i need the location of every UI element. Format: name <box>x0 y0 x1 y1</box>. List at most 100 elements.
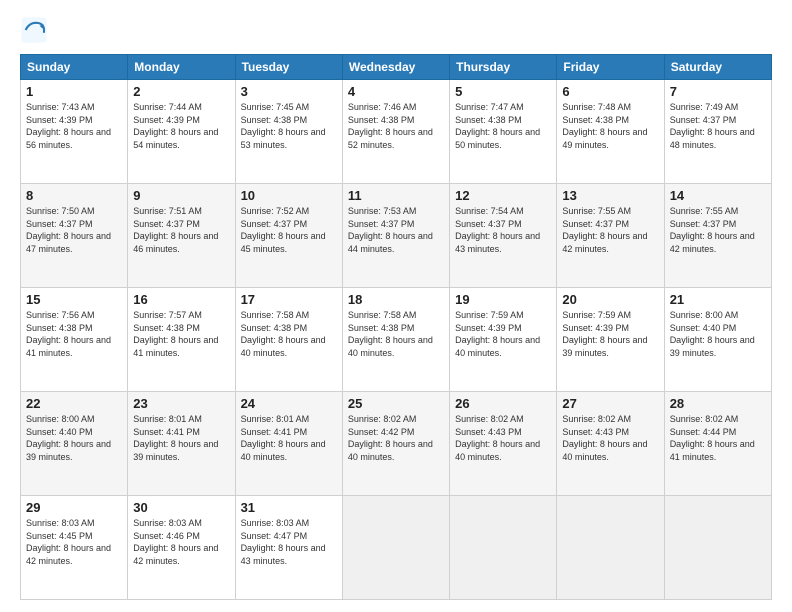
header <box>20 16 772 44</box>
day-number: 19 <box>455 292 551 307</box>
day-number: 5 <box>455 84 551 99</box>
calendar-cell: 3 Sunrise: 7:45 AMSunset: 4:38 PMDaylight… <box>235 80 342 184</box>
col-header-wednesday: Wednesday <box>342 55 449 80</box>
col-header-saturday: Saturday <box>664 55 771 80</box>
calendar-cell <box>557 496 664 600</box>
col-header-tuesday: Tuesday <box>235 55 342 80</box>
day-number: 6 <box>562 84 658 99</box>
cell-details: Sunrise: 8:03 AMSunset: 4:45 PMDaylight:… <box>26 517 122 567</box>
day-number: 24 <box>241 396 337 411</box>
calendar-cell: 25 Sunrise: 8:02 AMSunset: 4:42 PMDayligh… <box>342 392 449 496</box>
cell-details: Sunrise: 7:55 AMSunset: 4:37 PMDaylight:… <box>670 205 766 255</box>
calendar-cell: 23 Sunrise: 8:01 AMSunset: 4:41 PMDayligh… <box>128 392 235 496</box>
week-row-2: 8Sunrise: 7:50 AMSunset: 4:37 PMDaylight… <box>21 184 772 288</box>
week-row-1: 1 Sunrise: 7:43 AMSunset: 4:39 PMDaylight… <box>21 80 772 184</box>
col-header-friday: Friday <box>557 55 664 80</box>
week-row-3: 15 Sunrise: 7:56 AMSunset: 4:38 PMDayligh… <box>21 288 772 392</box>
cell-details: Sunrise: 7:59 AMSunset: 4:39 PMDaylight:… <box>455 309 551 359</box>
calendar-cell <box>450 496 557 600</box>
calendar-cell: 8Sunrise: 7:50 AMSunset: 4:37 PMDaylight… <box>21 184 128 288</box>
week-row-4: 22 Sunrise: 8:00 AMSunset: 4:40 PMDayligh… <box>21 392 772 496</box>
calendar-cell: 17 Sunrise: 7:58 AMSunset: 4:38 PMDayligh… <box>235 288 342 392</box>
day-number: 7 <box>670 84 766 99</box>
calendar-cell: 9 Sunrise: 7:51 AMSunset: 4:37 PMDaylight… <box>128 184 235 288</box>
cell-details: Sunrise: 8:01 AMSunset: 4:41 PMDaylight:… <box>241 413 337 463</box>
day-number: 18 <box>348 292 444 307</box>
cell-details: Sunrise: 7:56 AMSunset: 4:38 PMDaylight:… <box>26 309 122 359</box>
day-number: 28 <box>670 396 766 411</box>
calendar-cell: 12Sunrise: 7:54 AMSunset: 4:37 PMDayligh… <box>450 184 557 288</box>
calendar-cell: 22 Sunrise: 8:00 AMSunset: 4:40 PMDayligh… <box>21 392 128 496</box>
calendar-cell: 29Sunrise: 8:03 AMSunset: 4:45 PMDayligh… <box>21 496 128 600</box>
calendar-cell: 14 Sunrise: 7:55 AMSunset: 4:37 PMDayligh… <box>664 184 771 288</box>
day-number: 2 <box>133 84 229 99</box>
calendar-cell: 10Sunrise: 7:52 AMSunset: 4:37 PMDayligh… <box>235 184 342 288</box>
calendar-cell: 15 Sunrise: 7:56 AMSunset: 4:38 PMDayligh… <box>21 288 128 392</box>
day-number: 17 <box>241 292 337 307</box>
calendar-cell: 24 Sunrise: 8:01 AMSunset: 4:41 PMDayligh… <box>235 392 342 496</box>
cell-details: Sunrise: 7:57 AMSunset: 4:38 PMDaylight:… <box>133 309 229 359</box>
calendar-cell: 18Sunrise: 7:58 AMSunset: 4:38 PMDayligh… <box>342 288 449 392</box>
cell-details: Sunrise: 7:55 AMSunset: 4:37 PMDaylight:… <box>562 205 658 255</box>
calendar-cell: 5 Sunrise: 7:47 AMSunset: 4:38 PMDaylight… <box>450 80 557 184</box>
calendar-cell: 13 Sunrise: 7:55 AMSunset: 4:37 PMDayligh… <box>557 184 664 288</box>
col-header-sunday: Sunday <box>21 55 128 80</box>
day-number: 13 <box>562 188 658 203</box>
cell-details: Sunrise: 7:50 AMSunset: 4:37 PMDaylight:… <box>26 205 122 255</box>
calendar-cell <box>664 496 771 600</box>
day-number: 25 <box>348 396 444 411</box>
day-number: 9 <box>133 188 229 203</box>
calendar-cell: 4 Sunrise: 7:46 AMSunset: 4:38 PMDaylight… <box>342 80 449 184</box>
day-number: 4 <box>348 84 444 99</box>
day-number: 21 <box>670 292 766 307</box>
col-header-thursday: Thursday <box>450 55 557 80</box>
cell-details: Sunrise: 7:43 AMSunset: 4:39 PMDaylight:… <box>26 101 122 151</box>
cell-details: Sunrise: 7:46 AMSunset: 4:38 PMDaylight:… <box>348 101 444 151</box>
cell-details: Sunrise: 8:03 AMSunset: 4:47 PMDaylight:… <box>241 517 337 567</box>
calendar-cell: 2 Sunrise: 7:44 AMSunset: 4:39 PMDaylight… <box>128 80 235 184</box>
day-number: 3 <box>241 84 337 99</box>
cell-details: Sunrise: 7:47 AMSunset: 4:38 PMDaylight:… <box>455 101 551 151</box>
cell-details: Sunrise: 7:49 AMSunset: 4:37 PMDaylight:… <box>670 101 766 151</box>
calendar-cell: 1 Sunrise: 7:43 AMSunset: 4:39 PMDaylight… <box>21 80 128 184</box>
day-number: 16 <box>133 292 229 307</box>
day-number: 20 <box>562 292 658 307</box>
calendar-cell: 19 Sunrise: 7:59 AMSunset: 4:39 PMDayligh… <box>450 288 557 392</box>
day-number: 31 <box>241 500 337 515</box>
day-number: 15 <box>26 292 122 307</box>
cell-details: Sunrise: 7:44 AMSunset: 4:39 PMDaylight:… <box>133 101 229 151</box>
calendar-header-row: SundayMondayTuesdayWednesdayThursdayFrid… <box>21 55 772 80</box>
cell-details: Sunrise: 8:00 AMSunset: 4:40 PMDaylight:… <box>26 413 122 463</box>
cell-details: Sunrise: 7:52 AMSunset: 4:37 PMDaylight:… <box>241 205 337 255</box>
calendar-cell: 27 Sunrise: 8:02 AMSunset: 4:43 PMDayligh… <box>557 392 664 496</box>
day-number: 14 <box>670 188 766 203</box>
col-header-monday: Monday <box>128 55 235 80</box>
cell-details: Sunrise: 7:45 AMSunset: 4:38 PMDaylight:… <box>241 101 337 151</box>
cell-details: Sunrise: 8:02 AMSunset: 4:44 PMDaylight:… <box>670 413 766 463</box>
calendar-cell: 11Sunrise: 7:53 AMSunset: 4:37 PMDayligh… <box>342 184 449 288</box>
calendar-cell: 30Sunrise: 8:03 AMSunset: 4:46 PMDayligh… <box>128 496 235 600</box>
calendar-cell: 16 Sunrise: 7:57 AMSunset: 4:38 PMDayligh… <box>128 288 235 392</box>
cell-details: Sunrise: 8:03 AMSunset: 4:46 PMDaylight:… <box>133 517 229 567</box>
calendar-cell: 21Sunrise: 8:00 AMSunset: 4:40 PMDayligh… <box>664 288 771 392</box>
calendar-cell: 20 Sunrise: 7:59 AMSunset: 4:39 PMDayligh… <box>557 288 664 392</box>
calendar: SundayMondayTuesdayWednesdayThursdayFrid… <box>20 54 772 600</box>
day-number: 26 <box>455 396 551 411</box>
day-number: 22 <box>26 396 122 411</box>
calendar-cell: 7 Sunrise: 7:49 AMSunset: 4:37 PMDaylight… <box>664 80 771 184</box>
logo <box>20 16 54 44</box>
day-number: 27 <box>562 396 658 411</box>
day-number: 1 <box>26 84 122 99</box>
cell-details: Sunrise: 7:51 AMSunset: 4:37 PMDaylight:… <box>133 205 229 255</box>
cell-details: Sunrise: 8:02 AMSunset: 4:43 PMDaylight:… <box>562 413 658 463</box>
cell-details: Sunrise: 8:01 AMSunset: 4:41 PMDaylight:… <box>133 413 229 463</box>
calendar-cell: 31 Sunrise: 8:03 AMSunset: 4:47 PMDayligh… <box>235 496 342 600</box>
day-number: 23 <box>133 396 229 411</box>
cell-details: Sunrise: 7:54 AMSunset: 4:37 PMDaylight:… <box>455 205 551 255</box>
cell-details: Sunrise: 7:53 AMSunset: 4:37 PMDaylight:… <box>348 205 444 255</box>
cell-details: Sunrise: 7:59 AMSunset: 4:39 PMDaylight:… <box>562 309 658 359</box>
cell-details: Sunrise: 7:48 AMSunset: 4:38 PMDaylight:… <box>562 101 658 151</box>
cell-details: Sunrise: 8:02 AMSunset: 4:42 PMDaylight:… <box>348 413 444 463</box>
calendar-cell: 28 Sunrise: 8:02 AMSunset: 4:44 PMDayligh… <box>664 392 771 496</box>
cell-details: Sunrise: 7:58 AMSunset: 4:38 PMDaylight:… <box>241 309 337 359</box>
